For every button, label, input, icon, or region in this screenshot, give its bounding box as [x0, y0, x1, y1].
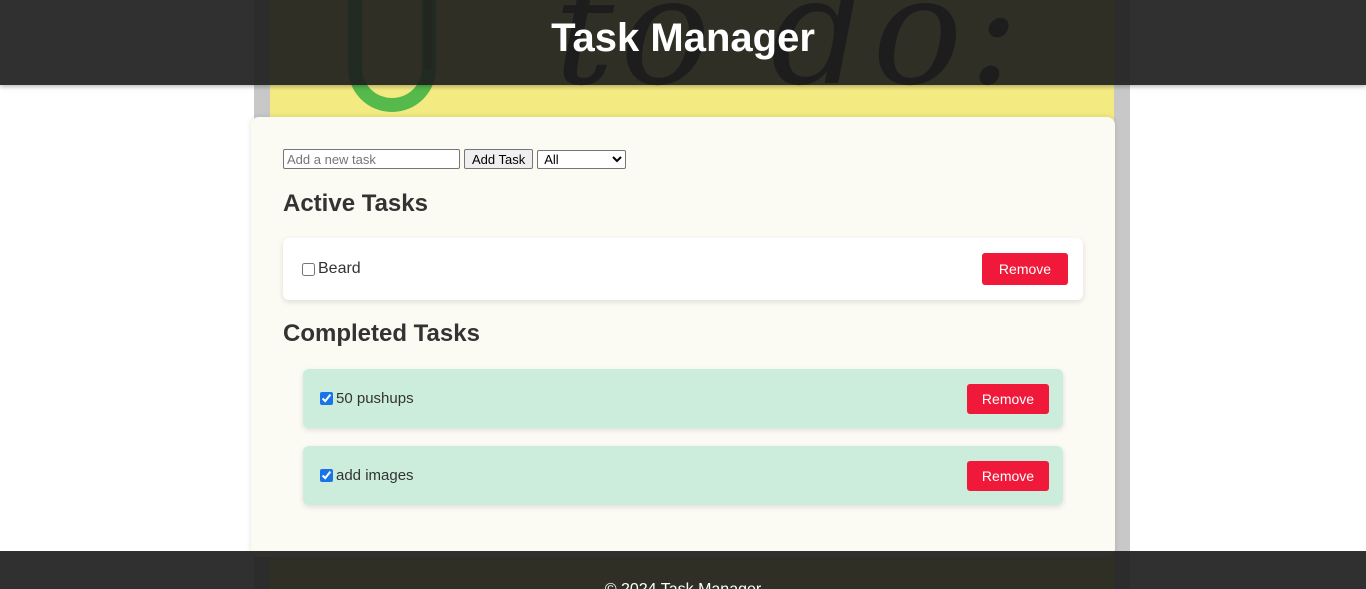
- completed-tasks-heading: Completed Tasks: [283, 320, 480, 347]
- app-header: Task Manager: [0, 0, 1366, 85]
- task-left: 50 pushups: [320, 390, 414, 407]
- task-left: Beard: [302, 260, 361, 278]
- page-title: Task Manager: [551, 16, 815, 60]
- task-checkbox[interactable]: [320, 392, 333, 405]
- task-checkbox[interactable]: [302, 262, 315, 276]
- new-task-input[interactable]: [283, 149, 460, 169]
- app-footer: © 2024 Task Manager: [0, 551, 1366, 589]
- active-tasks-heading: Active Tasks: [283, 190, 428, 217]
- completed-task-item: 50 pushups Remove: [303, 369, 1063, 428]
- remove-button[interactable]: Remove: [967, 460, 1049, 491]
- task-label: add images: [336, 467, 414, 484]
- page: to do: Task Manager Add Task All Active …: [0, 0, 1366, 589]
- footer-text: © 2024 Task Manager: [605, 581, 761, 589]
- remove-button[interactable]: Remove: [982, 253, 1068, 285]
- task-label: 50 pushups: [336, 390, 414, 407]
- task-label: Beard: [318, 260, 361, 277]
- task-controls: Add Task All: [283, 149, 1083, 169]
- add-task-button[interactable]: Add Task: [464, 149, 534, 169]
- task-checkbox[interactable]: [320, 469, 333, 482]
- remove-button[interactable]: Remove: [967, 383, 1049, 414]
- task-left: add images: [320, 467, 414, 484]
- completed-task-item: add images Remove: [303, 446, 1063, 505]
- task-panel: Add Task All Active Tasks Beard Remove C…: [251, 117, 1115, 557]
- filter-select[interactable]: All: [537, 149, 627, 169]
- active-task-item: Beard Remove: [283, 238, 1083, 300]
